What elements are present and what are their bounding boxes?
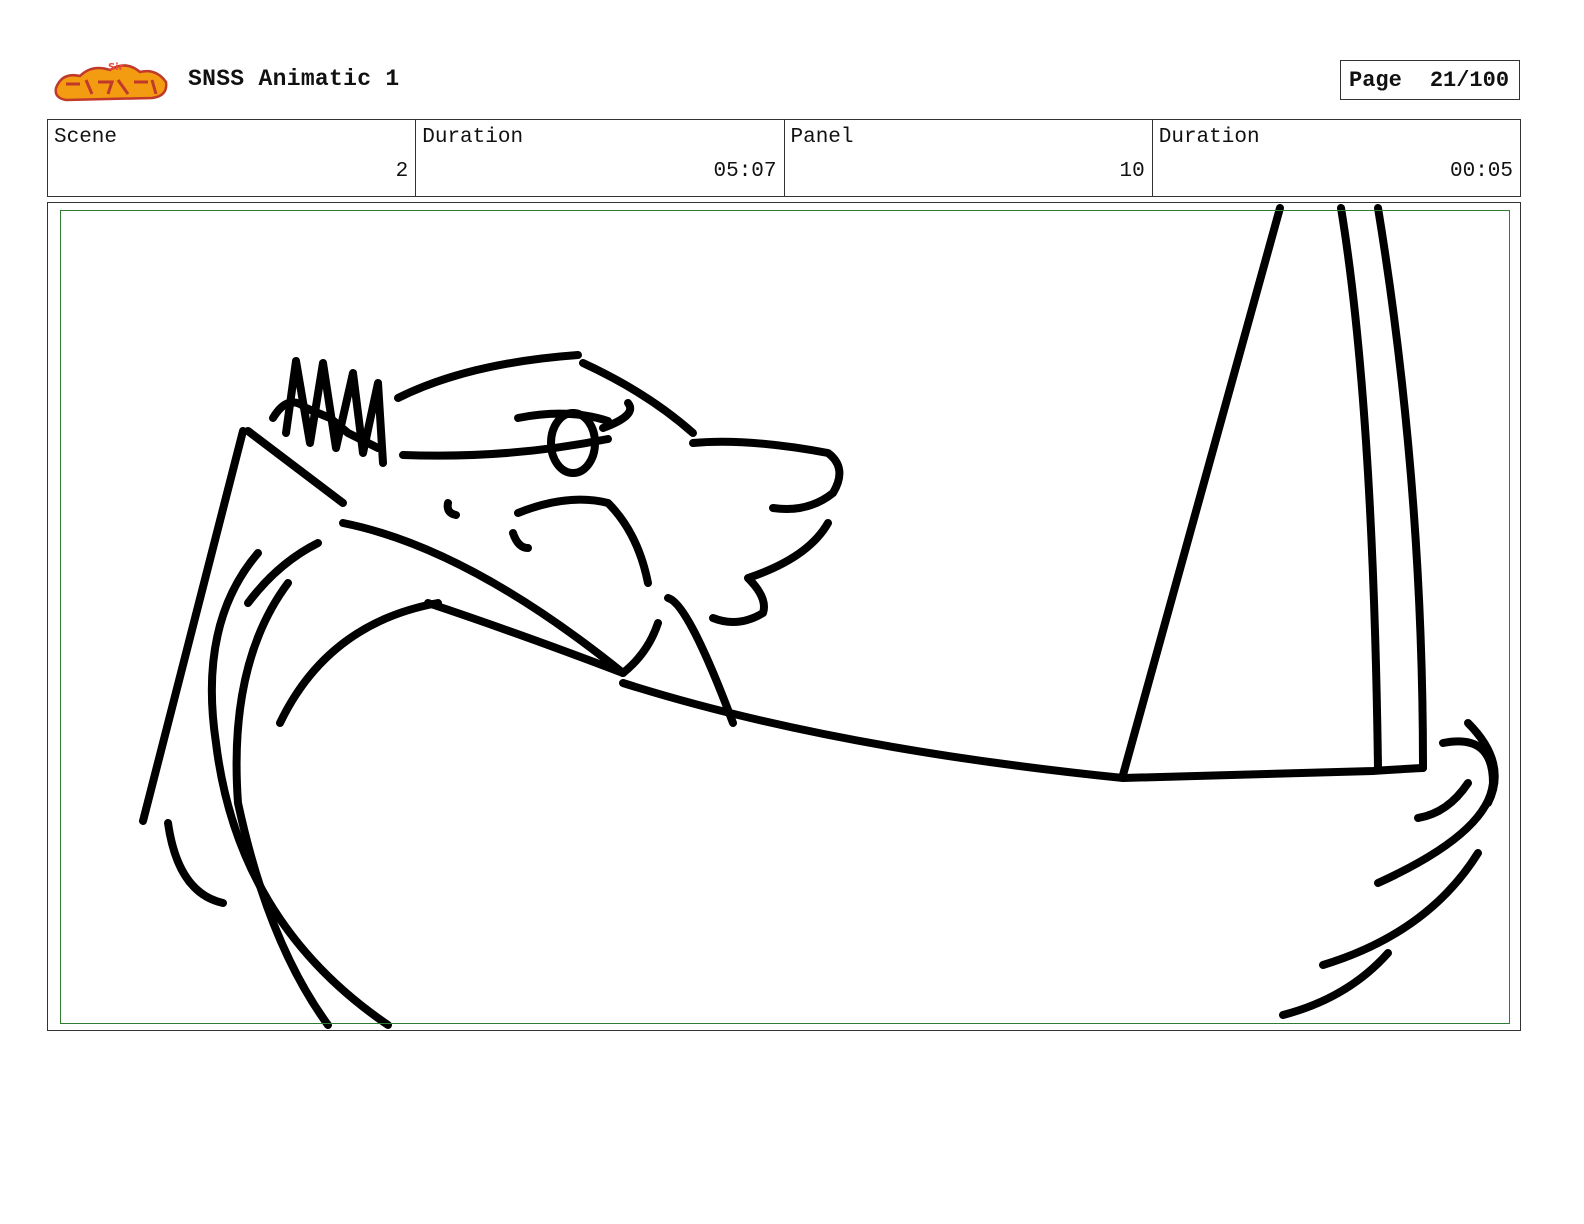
scene-duration-cell: Duration 05:07 bbox=[416, 120, 785, 196]
scene-duration-value: 05:07 bbox=[713, 160, 777, 183]
scene-label: Scene bbox=[54, 126, 118, 149]
panel-label: Panel bbox=[790, 126, 854, 149]
scene-cell: Scene 2 bbox=[48, 120, 417, 196]
panel-duration-value: 00:05 bbox=[1449, 160, 1513, 183]
show-logo: Sir bbox=[54, 62, 168, 102]
panel-duration-label: Duration bbox=[1158, 126, 1260, 149]
info-table: Scene 2 Duration 05:07 Panel 10 Duration… bbox=[47, 119, 1521, 197]
panel-value: 10 bbox=[1119, 160, 1145, 183]
scene-duration-label: Duration bbox=[422, 126, 524, 149]
safe-area-frame bbox=[60, 210, 1510, 1024]
svg-text:Sir: Sir bbox=[108, 62, 124, 73]
document-title: SNSS Animatic 1 bbox=[188, 66, 400, 92]
page-number: 21/100 bbox=[1429, 67, 1510, 93]
page-indicator: Page 21/100 bbox=[1340, 60, 1520, 100]
page-label: Page bbox=[1349, 67, 1402, 93]
storyboard-panel bbox=[47, 202, 1521, 1031]
panel-cell: Panel 10 bbox=[785, 120, 1153, 196]
scene-value: 2 bbox=[395, 160, 409, 183]
panel-duration-cell: Duration 00:05 bbox=[1153, 120, 1520, 196]
